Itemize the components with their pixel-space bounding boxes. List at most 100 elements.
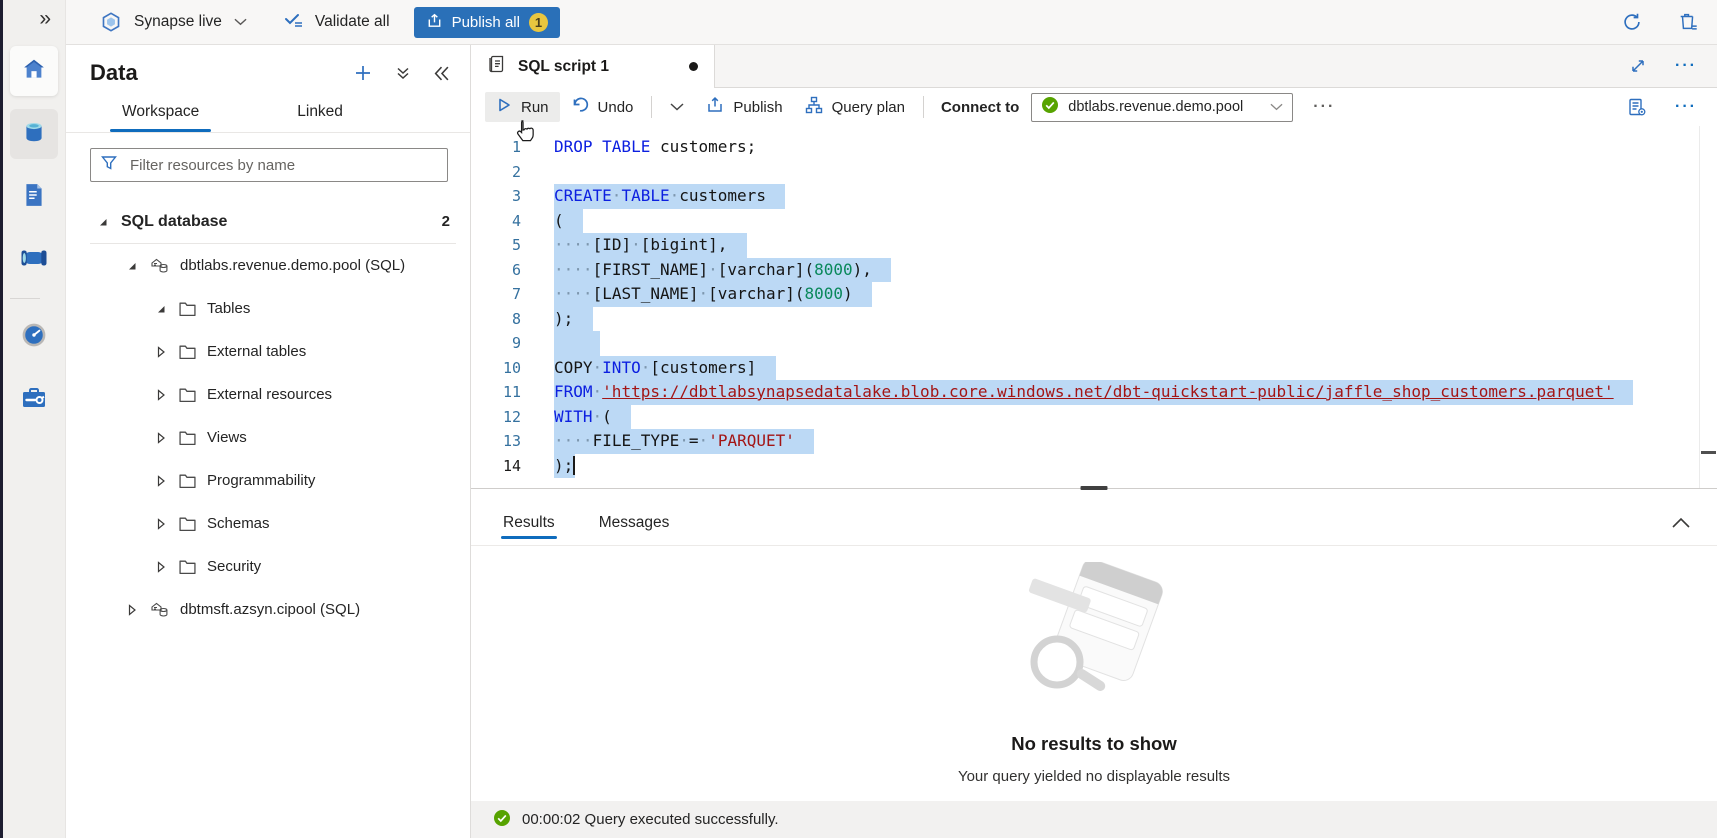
refresh-icon[interactable] [1621, 11, 1643, 33]
chevron-collapsed-icon[interactable] [154, 561, 168, 573]
code-line-2[interactable]: 2 [471, 160, 1717, 185]
chevron-expanded-icon[interactable] [96, 216, 110, 228]
code-line-9[interactable]: 9 [471, 331, 1717, 356]
tab-results[interactable]: Results [501, 503, 557, 543]
publish-all-button[interactable]: Publish all 1 [414, 7, 560, 38]
chevron-expanded-icon[interactable] [154, 303, 168, 315]
sql-pool-icon [150, 257, 169, 274]
chevron-collapsed-icon[interactable] [154, 389, 168, 401]
nav-integrate[interactable] [10, 235, 58, 285]
code-line-13[interactable]: 13····FILE_TYPE·=·'PARQUET' [471, 429, 1717, 454]
discard-all-icon[interactable] [1677, 11, 1699, 33]
code-line-10[interactable]: 10COPY·INTO·[customers] [471, 356, 1717, 381]
data-explorer-panel: Data Workspace Linked [66, 45, 471, 838]
add-resource-icon[interactable] [353, 63, 373, 83]
code-text: ····FILE_TYPE·=·'PARQUET' [554, 429, 814, 454]
publish-button[interactable]: Publish [695, 91, 793, 123]
line-number: 8 [471, 307, 521, 332]
expand-editor-icon[interactable] [1629, 57, 1647, 75]
query-plan-button[interactable]: Query plan [794, 91, 916, 123]
panel-splitter [471, 488, 1717, 500]
expand-rail-button[interactable]: » [35, 4, 55, 33]
undo-button[interactable]: Undo [560, 92, 645, 122]
tree-item-schemas[interactable]: Schemas [66, 502, 470, 545]
collapse-all-icon[interactable] [395, 65, 411, 81]
tab-sql-script-1[interactable]: SQL script 1 [471, 45, 715, 88]
tree-item-security[interactable]: Security [66, 545, 470, 588]
tree-item-dbtlabs-revenue-demo-pool-sql[interactable]: dbtlabs.revenue.demo.pool (SQL) [66, 244, 470, 287]
editor-more-actions-icon[interactable]: ··· [1675, 98, 1697, 116]
chevron-collapsed-icon[interactable] [125, 604, 139, 616]
run-options-dropdown[interactable] [659, 98, 695, 116]
code-line-4[interactable]: 4( [471, 209, 1717, 234]
toolbar-divider [651, 96, 652, 118]
document-title: SQL script 1 [518, 58, 609, 76]
splitter-handle[interactable] [1081, 486, 1108, 490]
code-line-3[interactable]: 3CREATE·TABLE·customers [471, 184, 1717, 209]
publish-label: Publish [733, 99, 782, 116]
filter-input[interactable] [128, 156, 437, 175]
chevron-collapsed-icon[interactable] [154, 346, 168, 358]
properties-icon[interactable] [1627, 97, 1647, 117]
tab-linked[interactable]: Linked [285, 90, 355, 132]
code-line-14[interactable]: 14); [471, 454, 1717, 479]
code-text: DROP TABLE customers; [554, 135, 756, 160]
code-line-7[interactable]: 7····[LAST_NAME]·[varchar](8000) [471, 282, 1717, 307]
empty-results-title: No results to show [1011, 733, 1177, 755]
nav-rail: » [3, 0, 66, 838]
tree-item-count: 2 [442, 213, 450, 230]
scrollbar-marker[interactable] [1701, 451, 1716, 454]
code-line-5[interactable]: 5····[ID]·[bigint], [471, 233, 1717, 258]
nav-home[interactable] [10, 46, 58, 96]
tree-item-dbtmsft-azsyn-cipool-sql[interactable]: dbtmsft.azsyn.cipool (SQL) [66, 588, 470, 631]
status-bar: 00:00:02 Query executed successfully. [471, 801, 1717, 838]
synapse-live-selector[interactable]: Synapse live [100, 11, 247, 33]
nav-monitor[interactable] [10, 312, 58, 362]
collapse-results-icon[interactable] [1671, 517, 1717, 529]
line-number: 11 [471, 380, 521, 405]
nav-develop[interactable] [10, 172, 58, 222]
publish-count-badge: 1 [529, 13, 548, 32]
validate-icon [283, 10, 305, 35]
tree-item-views[interactable]: Views [66, 416, 470, 459]
results-empty-state: No results to show Your query yielded no… [471, 546, 1717, 801]
pool-name: dbtlabs.revenue.demo.pool [1068, 99, 1261, 115]
tree-item-label: SQL database [121, 213, 227, 231]
folder-icon [179, 473, 196, 488]
chevron-expanded-icon[interactable] [125, 260, 139, 272]
tab-workspace[interactable]: Workspace [110, 90, 211, 132]
query-plan-label: Query plan [832, 99, 905, 116]
code-line-12[interactable]: 12WITH·( [471, 405, 1717, 430]
code-line-8[interactable]: 8); [471, 307, 1717, 332]
filter-funnel-icon [101, 155, 117, 176]
chevron-collapsed-icon[interactable] [154, 518, 168, 530]
chevron-collapsed-icon[interactable] [154, 475, 168, 487]
tree-item-label: dbtmsft.azsyn.cipool (SQL) [180, 601, 360, 618]
home-icon [21, 56, 47, 87]
tree-item-external-tables[interactable]: External tables [66, 330, 470, 373]
tab-more-actions-icon[interactable]: ··· [1675, 57, 1697, 75]
code-text: ····[ID]·[bigint], [554, 233, 747, 258]
chevron-collapsed-icon[interactable] [154, 432, 168, 444]
tab-messages[interactable]: Messages [597, 503, 672, 543]
nav-items [10, 33, 58, 425]
tree-item-external-resources[interactable]: External resources [66, 373, 470, 416]
run-button[interactable]: Run [485, 92, 560, 122]
code-line-1[interactable]: 1DROP TABLE customers; [471, 135, 1717, 160]
code-text: ); [554, 307, 593, 332]
nav-data[interactable] [10, 109, 58, 159]
toolbar-more-actions-icon[interactable]: ··· [1313, 98, 1335, 116]
tree-item-sql-database[interactable]: SQL database 2 [66, 200, 470, 243]
work-area: SQL script 1 ··· R [471, 45, 1717, 838]
sql-code-editor[interactable]: 1DROP TABLE customers;23CREATE·TABLE·cus… [471, 126, 1717, 488]
collapse-panel-icon[interactable] [433, 66, 450, 81]
explorer-tabs: Workspace Linked [66, 90, 470, 133]
tree-item-programmability[interactable]: Programmability [66, 459, 470, 502]
mode-label: Synapse live [134, 13, 222, 31]
validate-all-button[interactable]: Validate all [283, 10, 390, 35]
code-line-11[interactable]: 11FROM·'https://dbtlabsynapsedatalake.bl… [471, 380, 1717, 405]
nav-manage[interactable] [10, 375, 58, 425]
pool-select-dropdown[interactable]: dbtlabs.revenue.demo.pool [1031, 93, 1293, 122]
tree-item-tables[interactable]: Tables [66, 287, 470, 330]
code-line-6[interactable]: 6····[FIRST_NAME]·[varchar](8000), [471, 258, 1717, 283]
